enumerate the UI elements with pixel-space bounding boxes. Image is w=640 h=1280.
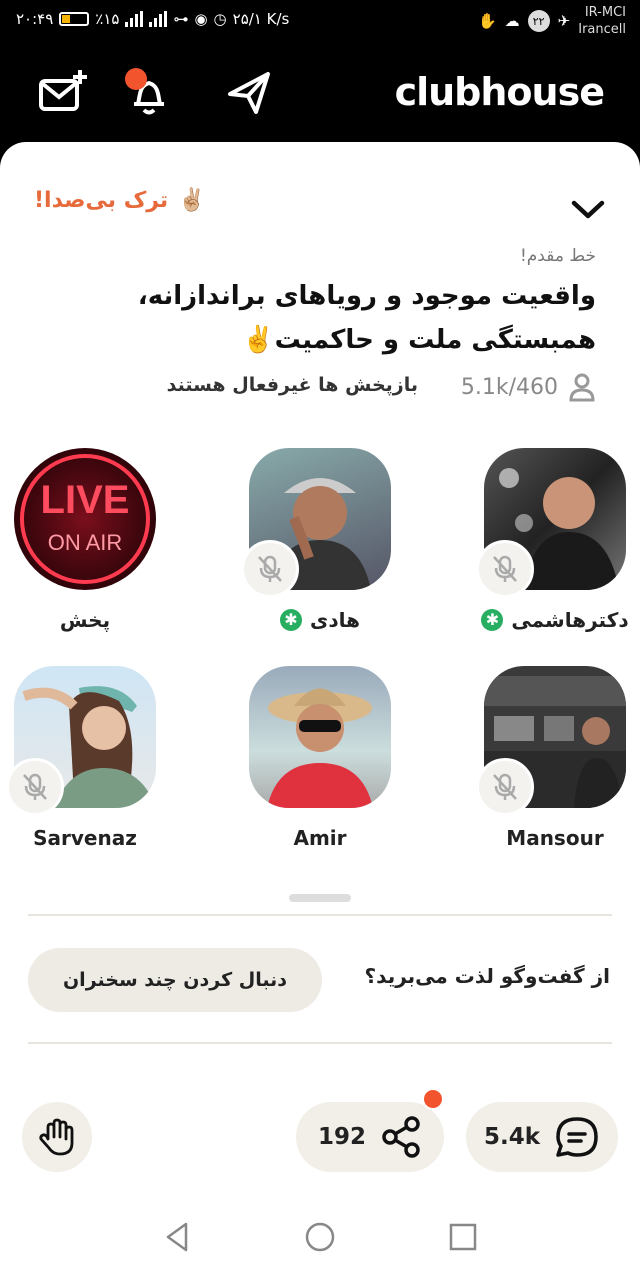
moderator-badge-icon: ✱ [481,609,504,631]
speaker-name-text: هادی [310,608,360,632]
battery-icon [59,12,90,26]
peace-hand-icon: ✌🏼 [178,188,206,213]
muted-mic-icon [476,540,534,598]
chat-count: 5.4k [483,1124,541,1150]
status-left: ۲۰:۴۹ ٪۱۵ ⊶ ◉ ◷ ۲۵/۱ K/s [16,10,289,28]
speaker-name-text: پخش [59,608,111,632]
person-icon [569,373,595,402]
status-bar: ۲۰:۴۹ ٪۱۵ ⊶ ◉ ◷ ۲۵/۱ K/s ✋ ☁ ۲۲ ✈ IR-MCI… [0,0,640,44]
leave-quietly-button[interactable]: ✌🏼 ترک بی‌صدا! [34,188,206,213]
drag-handle[interactable] [289,894,351,902]
muted-mic-icon [6,758,64,816]
carrier-bottom: Irancell [578,22,626,37]
status-right: ✋ ☁ ۲۲ ✈ IR-MCI Irancell [478,4,626,38]
speaker-tile[interactable]: Amir [235,666,405,866]
hand-icon: ✋ [477,12,497,30]
battery-level: ٪۱۵ [95,10,120,28]
avatar: LIVE ON AIR [14,448,156,590]
divider [28,914,612,916]
raise-hand-icon [39,1118,74,1156]
chat-button[interactable]: 5.4k [466,1102,618,1172]
clock: ۲۰:۴۹ [16,10,54,28]
avatar [249,666,391,808]
speaker-tile[interactable]: Mansour [470,666,640,866]
speaker-tile[interactable]: LIVE ON AIR پخش [0,448,170,648]
speaker-name-text: دکترهاشمی [511,608,629,632]
share-button[interactable]: 192 [296,1102,444,1172]
speaker-tile[interactable]: Sarvenaz [0,666,170,866]
key-icon: ⊶ [173,10,189,28]
notification-count-badge: ۲۲ [527,10,550,32]
speaker-tile[interactable]: ✱ دکترهاشمی [470,448,640,648]
room-sheet: ✌🏼 ترک بی‌صدا! خط مقدم! واقعیت موجود و ر… [0,142,640,1280]
alarm-icon: ◷ [213,10,227,28]
muted-mic-icon [241,540,299,598]
divider [28,1042,612,1044]
system-navigation-bar [0,1200,640,1280]
replay-status: بازپخش ها غیرفعال هستند [166,374,418,396]
cloud-icon: ☁ [504,12,520,30]
clubhouse-logo: clubhouse [394,70,605,114]
share-count: 192 [317,1124,366,1150]
home-icon[interactable] [303,1220,337,1254]
room-title: واقعیت موجود و رویاهای براندازانه، همبست… [137,281,596,355]
live-on-air-logo-text: LIVE [40,478,130,522]
speaker-tile[interactable]: ✱ هادی [235,448,405,648]
muted-mic-icon [476,758,534,816]
signal-icon [125,11,144,27]
raise-hand-button[interactable] [22,1102,92,1172]
listener-count-text: 5.1k/460 [460,374,558,400]
send-icon[interactable] [222,66,276,120]
share-notification-dot [422,1088,444,1110]
network-speed: ۲۵/۱ K/s [232,10,290,28]
leave-quietly-label: ترک بی‌صدا! [34,188,169,213]
follow-prompt: از گفت‌وگو لذت می‌برید؟ [364,964,610,988]
app-header: clubhouse [0,44,640,144]
chevron-down-icon[interactable] [570,196,606,222]
speaker-name-text: Amir [293,826,347,850]
eye-icon: ◉ [194,10,208,28]
speaker-name: ✱ دکترهاشمی [470,608,640,632]
carrier-top: IR-MCI [584,5,626,20]
notification-bell-icon[interactable] [122,66,176,120]
back-icon[interactable] [160,1220,194,1254]
invite-mail-icon[interactable] [36,66,90,120]
carrier: IR-MCI Irancell [578,4,626,38]
listener-count: 5.1k/460 [461,372,596,402]
room-meta: 5.1k/460 بازپخش ها غیرفعال هستند [40,370,596,406]
speaker-name-text: Sarvenaz [33,826,137,850]
recents-icon[interactable] [446,1220,480,1254]
signal-icon-2 [149,11,168,27]
moderator-badge-icon: ✱ [280,609,302,631]
speaker-name: ✱ هادی [235,608,405,632]
speaker-name-text: Mansour [506,826,604,850]
speaker-name: Mansour [470,826,640,850]
share-icon [382,1116,420,1158]
speaker-name: Sarvenaz [0,826,170,850]
speaker-name: پخش [0,608,170,632]
club-name[interactable]: خط مقدم! [520,246,596,266]
follow-speakers-button[interactable]: دنبال کردن چند سخنران [28,948,322,1012]
room-top-bar: ✌🏼 ترک بی‌صدا! [34,188,606,228]
airplane-icon: ✈ [557,12,571,30]
live-on-air-logo-subtext: ON AIR [47,530,123,555]
speaker-name: Amir [235,826,405,850]
chat-bubble-icon [556,1117,598,1157]
